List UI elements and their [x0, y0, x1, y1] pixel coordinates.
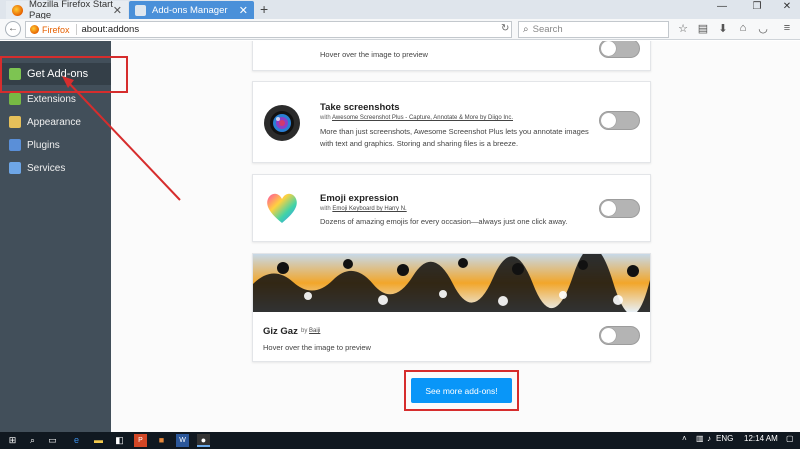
bookmark-star-icon[interactable]: ☆	[676, 22, 690, 35]
plugin-icon	[9, 139, 21, 151]
addons-list: Hover over the image to preview Take scr…	[111, 41, 800, 432]
app-icon[interactable]: ■	[155, 434, 168, 447]
tab-addons-manager[interactable]: Add-ons Manager ✕	[129, 1, 254, 19]
search-placeholder: Search	[532, 24, 563, 35]
firefox-icon	[12, 4, 23, 16]
sidebar-item-label: Plugins	[27, 139, 60, 151]
windows-start-icon[interactable]: ⊞	[6, 434, 19, 447]
sidebar-item-label: Get Add-ons	[27, 68, 89, 80]
tab-strip: Mozilla Firefox Start Page ✕ Add-ons Man…	[0, 0, 800, 21]
close-tab-icon[interactable]: ✕	[113, 4, 122, 17]
search-icon[interactable]: ⌕	[26, 434, 39, 447]
sidebar-item-label: Appearance	[27, 116, 81, 128]
close-window-button[interactable]: ✕	[772, 1, 800, 12]
toggle-knob	[601, 113, 616, 128]
addon-card: Emoji expression with Emoji Keyboard by …	[252, 174, 651, 242]
minimize-button[interactable]: —	[707, 1, 737, 12]
close-tab-icon[interactable]: ✕	[239, 4, 248, 17]
addon-toggle[interactable]	[599, 111, 640, 130]
author-link[interactable]: Emoji Keyboard by Harry N.	[332, 206, 406, 212]
firefox-icon	[30, 25, 39, 34]
sidebar-item-get-addons[interactable]: Get Add-ons	[0, 63, 111, 85]
see-more-highlight: See more add-ons!	[404, 370, 519, 411]
clock[interactable]: 12:14 AM	[744, 434, 778, 443]
toggle-knob	[601, 201, 616, 216]
store-icon[interactable]: ◧	[113, 434, 126, 447]
author-link[interactable]: Baiji	[309, 328, 320, 334]
author-prefix: with	[320, 206, 331, 212]
addon-author: by Baiji	[301, 328, 320, 334]
camera-lens-icon	[264, 105, 300, 141]
addon-description: Dozens of amazing emojis for every occas…	[320, 217, 568, 226]
url-divider	[75, 24, 77, 35]
addons-tab-icon	[135, 4, 146, 16]
addon-card: Giz Gaz by Baiji Hover over the image to…	[252, 253, 651, 362]
author-link[interactable]: Awesome Screenshot Plus - Capture, Annot…	[332, 115, 513, 121]
author-prefix: with	[320, 115, 331, 121]
sidebar-item-appearance[interactable]: Appearance	[0, 111, 111, 133]
addon-description: More than just screenshots, Awesome Scre…	[320, 127, 589, 148]
edge-icon[interactable]: e	[70, 434, 83, 447]
addon-card: Hover over the image to preview	[252, 41, 651, 71]
new-tab-button[interactable]: +	[260, 1, 268, 17]
search-input[interactable]: ⌕ Search	[518, 21, 669, 38]
addon-author: with Emoji Keyboard by Harry N.	[320, 206, 407, 212]
see-more-addons-button[interactable]: See more add-ons!	[411, 378, 512, 403]
addon-toggle[interactable]	[599, 41, 640, 58]
addon-description: Hover over the image to preview	[320, 50, 428, 59]
addon-title: Emoji expression	[320, 193, 399, 204]
taskbar: ⊞ ⌕ ▭ e ▬ ◧ P ■ W ● ˄ ▥ ♪ ENG 12:14 AM ▢	[0, 432, 800, 449]
sidebar-item-extensions[interactable]: Extensions	[0, 88, 111, 110]
network-icon[interactable]: ▥	[696, 434, 704, 443]
addon-title: Take screenshots	[320, 102, 400, 113]
volume-icon[interactable]: ♪	[707, 434, 711, 443]
sidebar-item-label: Extensions	[27, 93, 76, 105]
addon-description: Hover over the image to preview	[263, 343, 371, 352]
addon-toggle[interactable]	[599, 326, 640, 345]
file-explorer-icon[interactable]: ▬	[92, 434, 105, 447]
search-icon: ⌕	[523, 24, 529, 35]
services-icon	[9, 162, 21, 174]
reading-list-icon[interactable]: ▤	[696, 22, 710, 35]
pocket-icon[interactable]: ◡	[756, 22, 770, 35]
palette-icon	[9, 116, 21, 128]
toggle-knob	[601, 328, 616, 343]
sidebar-item-plugins[interactable]: Plugins	[0, 134, 111, 156]
url-text: about:addons	[81, 24, 140, 35]
toggle-knob	[601, 41, 616, 56]
notifications-icon[interactable]: ▢	[786, 434, 794, 443]
task-view-icon[interactable]: ▭	[46, 434, 59, 447]
heart-icon	[267, 193, 297, 223]
powerpoint-icon[interactable]: P	[134, 434, 147, 447]
download-icon[interactable]: ⬇	[716, 22, 730, 35]
tray-up-icon[interactable]: ˄	[682, 434, 687, 443]
tab-title: Add-ons Manager	[152, 4, 228, 16]
sidebar: Get Add-ons Extensions Appearance Plugin…	[0, 41, 111, 432]
tab-title: Mozilla Firefox Start Page	[29, 0, 113, 21]
theme-preview-image[interactable]	[253, 254, 650, 312]
sidebar-item-label: Services	[27, 162, 66, 174]
language-indicator[interactable]: ENG	[716, 434, 733, 443]
sidebar-item-services[interactable]: Services	[0, 157, 111, 179]
menu-icon[interactable]: ≡	[780, 22, 794, 34]
word-icon[interactable]: W	[176, 434, 189, 447]
maximize-button[interactable]: ❐	[742, 1, 772, 12]
reload-icon[interactable]: ↻	[501, 23, 509, 34]
addon-card: Take screenshots with Awesome Screenshot…	[252, 81, 651, 163]
url-bar[interactable]: Firefox about:addons	[25, 21, 512, 38]
back-button[interactable]: ←	[5, 21, 21, 37]
home-icon[interactable]: ⌂	[736, 22, 750, 34]
nav-bar: ← Firefox about:addons ↻ ⌕ Search ☆ ▤ ⬇ …	[0, 19, 800, 40]
addon-toggle[interactable]	[599, 199, 640, 218]
firefox-taskbar-icon[interactable]: ●	[197, 434, 210, 447]
identity-label: Firefox	[42, 24, 70, 35]
get-addons-icon	[9, 68, 21, 80]
author-prefix: by	[301, 328, 308, 334]
addon-author: with Awesome Screenshot Plus - Capture, …	[320, 115, 513, 121]
puzzle-icon	[9, 93, 21, 105]
addon-title: Giz Gaz	[263, 326, 298, 337]
tab-firefox-start[interactable]: Mozilla Firefox Start Page ✕	[6, 0, 128, 21]
